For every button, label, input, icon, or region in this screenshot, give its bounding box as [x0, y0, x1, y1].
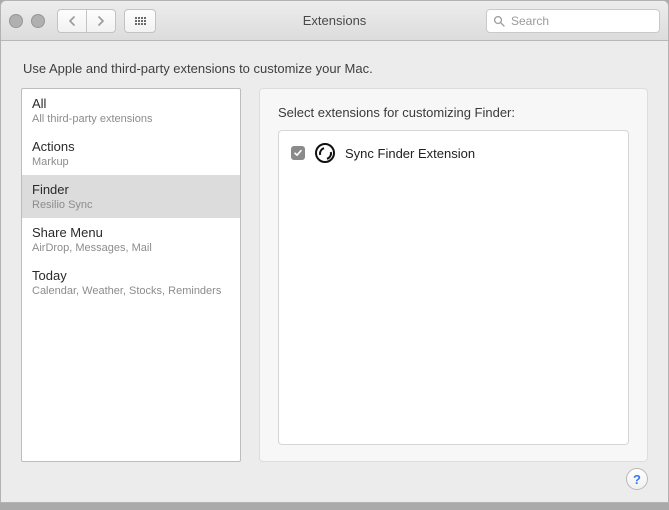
back-button[interactable]	[57, 9, 87, 33]
sidebar-item-title: Share Menu	[32, 225, 230, 241]
checkmark-icon	[293, 148, 303, 158]
extension-list: Sync Finder Extension	[278, 130, 629, 445]
search-input[interactable]	[509, 13, 653, 29]
content-area: Use Apple and third-party extensions to …	[1, 41, 668, 502]
search-icon	[493, 15, 505, 27]
close-window-button[interactable]	[9, 14, 23, 28]
show-all-button[interactable]	[124, 9, 156, 33]
sidebar-item-actions[interactable]: Actions Markup	[22, 132, 240, 175]
preferences-window: Extensions Use Apple and third-party ext…	[0, 0, 669, 503]
sidebar-item-title: Finder	[32, 182, 230, 198]
sidebar-item-share-menu[interactable]: Share Menu AirDrop, Messages, Mail	[22, 218, 240, 261]
forward-button[interactable]	[87, 9, 116, 33]
footer: ?	[21, 462, 648, 490]
resilio-sync-icon	[315, 143, 335, 163]
sidebar-item-subtitle: AirDrop, Messages, Mail	[32, 242, 230, 255]
extension-checkbox[interactable]	[291, 146, 305, 160]
sidebar-item-today[interactable]: Today Calendar, Weather, Stocks, Reminde…	[22, 261, 240, 304]
chevron-right-icon	[97, 16, 105, 26]
columns: All All third-party extensions Actions M…	[21, 88, 648, 462]
extension-name: Sync Finder Extension	[345, 146, 475, 161]
sidebar-item-subtitle: All third-party extensions	[32, 113, 230, 126]
sidebar-item-title: All	[32, 96, 230, 112]
sidebar-item-subtitle: Markup	[32, 156, 230, 169]
sidebar-item-subtitle: Calendar, Weather, Stocks, Reminders	[32, 285, 230, 298]
titlebar: Extensions	[1, 1, 668, 41]
extension-row: Sync Finder Extension	[291, 143, 616, 163]
sidebar-item-all[interactable]: All All third-party extensions	[22, 89, 240, 132]
sidebar-item-finder[interactable]: Finder Resilio Sync	[22, 175, 240, 218]
sidebar-item-title: Actions	[32, 139, 230, 155]
search-field[interactable]	[486, 9, 660, 33]
nav-back-forward	[57, 9, 116, 33]
grid-icon	[135, 17, 146, 25]
help-icon: ?	[633, 472, 641, 487]
detail-panel: Select extensions for customizing Finder…	[259, 88, 648, 462]
sidebar-item-title: Today	[32, 268, 230, 284]
window-controls	[9, 14, 45, 28]
page-description: Use Apple and third-party extensions to …	[23, 61, 646, 76]
help-button[interactable]: ?	[626, 468, 648, 490]
category-sidebar: All All third-party extensions Actions M…	[21, 88, 241, 462]
chevron-left-icon	[68, 16, 76, 26]
sidebar-item-subtitle: Resilio Sync	[32, 199, 230, 212]
detail-heading: Select extensions for customizing Finder…	[278, 105, 629, 120]
minimize-window-button[interactable]	[31, 14, 45, 28]
